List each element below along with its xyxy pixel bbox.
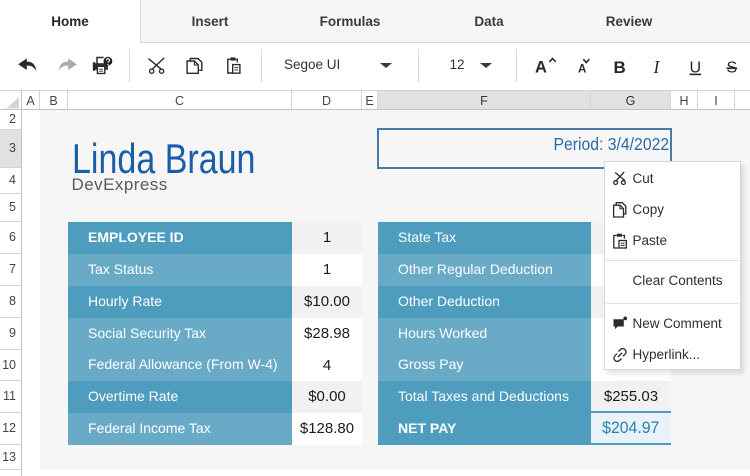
svg-text:I: I bbox=[653, 57, 661, 77]
svg-text:B: B bbox=[614, 58, 626, 77]
svg-text:U: U bbox=[690, 60, 702, 77]
svg-text:A: A bbox=[535, 58, 547, 76]
svg-text:S: S bbox=[727, 60, 738, 77]
svg-text:A: A bbox=[578, 63, 586, 75]
